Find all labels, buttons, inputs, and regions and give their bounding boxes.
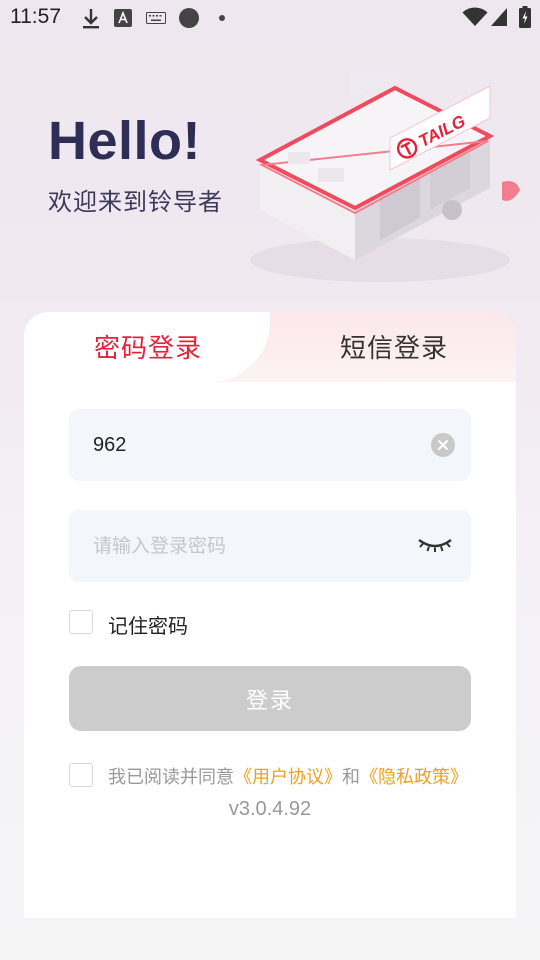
agreement-text: 我已阅读并同意《用户协议》和《隐私政策》 (108, 763, 468, 789)
login-tabs: 密码登录 短信登录 (24, 312, 516, 382)
a-badge-icon (114, 9, 132, 27)
tab-password-login[interactable]: 密码登录 (94, 328, 202, 365)
wifi-icon (462, 7, 488, 26)
app-version: v3.0.4.92 (228, 798, 312, 820)
dot-icon (219, 15, 225, 21)
agreement-prefix: 我已阅读并同意 (108, 767, 234, 788)
eye-closed-icon[interactable] (417, 536, 453, 556)
status-bar: 11:57 (0, 0, 540, 36)
username-field-container (69, 409, 471, 481)
clear-icon[interactable] (431, 433, 455, 457)
login-button[interactable]: 登录 (69, 666, 471, 731)
keyboard-icon (146, 12, 166, 24)
agreement-checkbox[interactable] (69, 763, 93, 787)
password-input[interactable] (93, 510, 413, 582)
user-agreement-link[interactable]: 《用户协议》 (234, 767, 342, 788)
tab-sms-login[interactable]: 短信登录 (340, 328, 448, 365)
welcome-subtitle: 欢迎来到铃导者 (48, 188, 223, 216)
remember-password-label[interactable]: 记住密码 (108, 610, 188, 639)
remember-password-checkbox[interactable] (69, 610, 93, 634)
hello-title: Hello! (48, 111, 202, 171)
battery-charging-icon (519, 6, 531, 28)
login-card: 密码登录 短信登录 记住密码 登录 我已阅读并同意《用户协议》和《隐私政策》 v… (24, 312, 516, 918)
signal-icon (491, 8, 507, 26)
status-time: 11:57 (10, 5, 61, 28)
privacy-policy-link[interactable]: 《隐私政策》 (360, 767, 468, 788)
circle-icon (179, 8, 199, 28)
store-building-illustration: TAILG (250, 70, 520, 282)
agreement-and: 和 (342, 767, 360, 788)
username-input[interactable] (93, 409, 413, 481)
download-icon (83, 9, 99, 29)
password-field-container (69, 510, 471, 582)
